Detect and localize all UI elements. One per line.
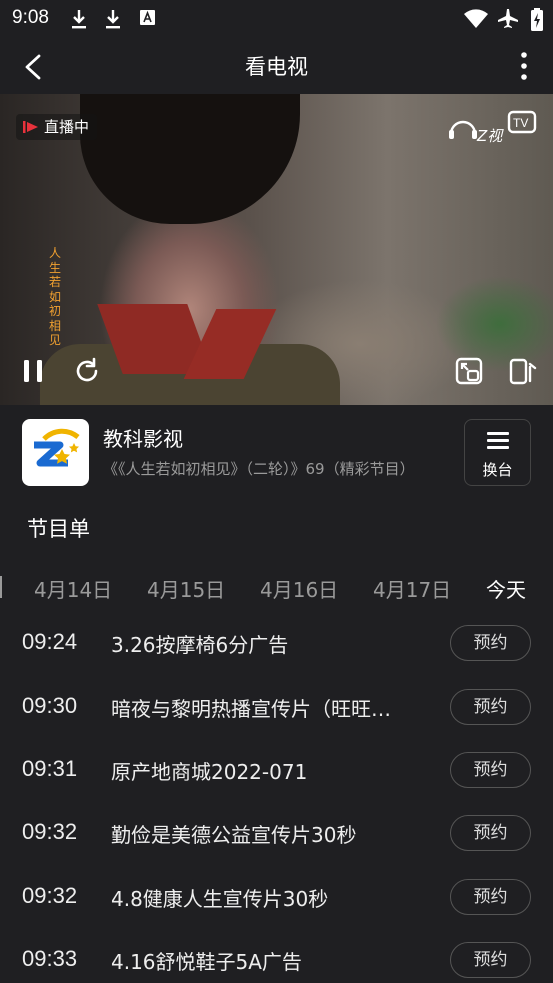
program-time: 09:31 — [22, 756, 78, 781]
program-title: 4.16舒悦鞋子5A广告 — [111, 950, 302, 974]
app-bar: 看电视 — [0, 38, 553, 94]
video-player[interactable]: 直播中 人生若如初相见 TV Z视 — [0, 94, 553, 405]
date-tab-today[interactable]: 今天 — [486, 574, 526, 603]
program-time: 09:30 — [22, 693, 78, 718]
program-watermark: 人生若如初相见 — [48, 246, 61, 347]
svg-text:Z视: Z视 — [476, 127, 504, 144]
refresh-icon[interactable] — [72, 356, 102, 386]
schedule-row: 09:32 勤俭是美德公益宣传片30秒 预约 — [0, 800, 553, 864]
font-icon — [140, 10, 155, 25]
schedule-title: 节目单 — [27, 517, 90, 541]
current-program: 《《人生若如初相见》（二轮）》69（精彩节目） — [103, 460, 415, 478]
svg-text:TV: TV — [513, 116, 528, 130]
program-time: 09:33 — [22, 946, 78, 971]
channel-logo — [22, 419, 89, 486]
program-title: 3.26按摩椅6分广告 — [111, 633, 289, 657]
reserve-button[interactable]: 预约 — [450, 625, 531, 661]
date-tabs: 4月14日 4月15日 4月16日 4月17日 今天 — [0, 566, 553, 608]
reserve-button[interactable]: 预约 — [450, 689, 531, 725]
schedule-row: 09:33 4.16舒悦鞋子5A广告 预约 — [0, 927, 553, 983]
program-title: 暗夜与黎明热播宣传片（旺旺版） — [111, 697, 399, 721]
status-bar: 9:08 — [0, 0, 553, 38]
date-tab[interactable]: 4月14日 — [34, 574, 112, 603]
date-tabs-overflow-edge — [0, 576, 2, 598]
page-title: 看电视 — [245, 55, 308, 79]
schedule-row: 09:30 暗夜与黎明热播宣传片（旺旺版） 预约 — [0, 674, 553, 738]
reserve-button[interactable]: 预约 — [450, 752, 531, 788]
program-title: 勤俭是美德公益宣传片30秒 — [111, 823, 357, 847]
cast-screen-icon[interactable] — [508, 356, 538, 386]
program-time: 09:32 — [22, 883, 78, 908]
pause-icon[interactable] — [18, 356, 48, 386]
date-tab[interactable]: 4月15日 — [147, 574, 225, 603]
channel-info: 教科影视 《《人生若如初相见》（二轮）》69（精彩节目） 换台 — [0, 405, 553, 500]
program-title: 4.8健康人生宣传片30秒 — [111, 887, 329, 911]
download-icon — [106, 10, 120, 29]
channel-name: 教科影视 — [103, 427, 183, 451]
date-tab[interactable]: 4月16日 — [260, 574, 338, 603]
live-label: 直播中 — [44, 118, 90, 136]
video-frame-figure — [80, 94, 300, 224]
airplane-icon — [498, 9, 518, 28]
live-mark-icon — [23, 121, 38, 133]
wifi-icon — [464, 9, 488, 28]
picture-in-picture-icon[interactable] — [454, 356, 484, 386]
reserve-button[interactable]: 预约 — [450, 815, 531, 851]
more-options-icon[interactable] — [517, 50, 531, 82]
battery-icon — [531, 8, 543, 31]
reserve-button[interactable]: 预约 — [450, 942, 531, 978]
schedule-row: 09:31 原产地商城2022-071 预约 — [0, 737, 553, 801]
program-title: 原产地商城2022-071 — [111, 760, 308, 784]
reserve-button[interactable]: 预约 — [450, 879, 531, 915]
channel-brand-logo: TV Z视 — [449, 110, 537, 144]
program-time: 09:32 — [22, 819, 78, 844]
status-time: 9:08 — [12, 7, 49, 28]
date-tab[interactable]: 4月17日 — [373, 574, 451, 603]
schedule-row: 09:24 3.26按摩椅6分广告 预约 — [0, 610, 553, 674]
switch-channel-button[interactable]: 换台 — [464, 419, 531, 486]
program-time: 09:24 — [22, 629, 78, 654]
channel-list-icon — [487, 432, 509, 449]
switch-channel-label: 换台 — [482, 461, 513, 479]
download-icon — [72, 10, 86, 29]
schedule-row: 09:32 4.8健康人生宣传片30秒 预约 — [0, 864, 553, 928]
live-badge: 直播中 — [16, 114, 98, 140]
channel-logo-mark — [34, 428, 80, 467]
